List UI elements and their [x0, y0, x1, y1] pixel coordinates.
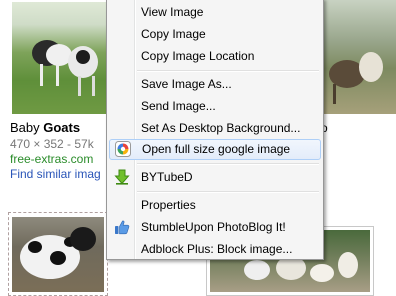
menu-item-copy-image[interactable]: Copy Image	[109, 24, 321, 45]
menu-item-label: Send Image...	[141, 99, 216, 113]
menu-item-label: View Image	[141, 5, 204, 19]
menu-item-properties[interactable]: Properties	[109, 195, 321, 216]
menu-item-label: Properties	[141, 198, 196, 212]
menu-item-stumbleupon-photoblog[interactable]: StumbleUpon PhotoBlog It!	[109, 217, 321, 238]
menu-item-label: Copy Image Location	[141, 49, 255, 63]
menu-item-label: Save Image As...	[141, 77, 232, 91]
goat-thumbnail-3[interactable]	[12, 217, 104, 292]
menu-separator	[137, 163, 319, 165]
menu-item-open-full-size-google-image[interactable]: Open full size google image	[109, 139, 321, 160]
menu-item-send-image[interactable]: Send Image...	[109, 96, 321, 117]
download-arrow-icon	[114, 169, 130, 185]
card1-size: 470 × 352 - 57k	[10, 137, 94, 151]
goat-thumbnail-1[interactable]	[12, 2, 110, 114]
menu-item-label: BYTubeD	[141, 170, 193, 184]
google-image-icon	[115, 141, 131, 157]
menu-item-view-image[interactable]: View Image	[109, 2, 321, 23]
menu-item-label: Adblock Plus: Block image...	[141, 242, 293, 256]
menu-item-adblock-block-image[interactable]: Adblock Plus: Block image...	[109, 239, 321, 260]
card1-title[interactable]: Baby Goats	[10, 120, 80, 135]
menu-item-copy-image-location[interactable]: Copy Image Location	[109, 46, 321, 67]
image-context-menu: View Image Copy Image Copy Image Locatio…	[106, 0, 324, 260]
menu-item-set-desktop-background[interactable]: Set As Desktop Background...	[109, 118, 321, 139]
find-similar-link[interactable]: Find similar imag	[10, 167, 101, 181]
card1-domain: free-extras.com	[10, 152, 94, 166]
menu-separator	[137, 191, 319, 193]
menu-separator	[137, 70, 319, 72]
menu-item-bytubed[interactable]: BYTubeD	[109, 167, 321, 188]
menu-item-label: Open full size google image	[142, 142, 291, 156]
menu-item-save-image-as[interactable]: Save Image As...	[109, 74, 321, 95]
menu-item-label: StumbleUpon PhotoBlog It!	[141, 220, 286, 234]
menu-item-label: Set As Desktop Background...	[141, 121, 301, 135]
thumbs-up-icon	[115, 220, 130, 235]
menu-item-label: Copy Image	[141, 27, 206, 41]
